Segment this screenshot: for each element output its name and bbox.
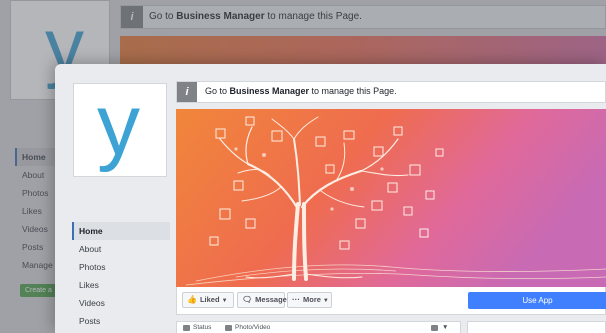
nav-item-videos[interactable]: Videos: [72, 294, 170, 312]
notice-prefix: Go to: [205, 86, 230, 96]
nav-item-home[interactable]: Home: [72, 222, 170, 240]
message-icon: 🗨: [242, 295, 253, 304]
more-dots-icon: ···: [292, 295, 300, 304]
logo-letter: y: [97, 77, 140, 173]
post-composer-tabs: Status Photo/Video ▼: [176, 321, 461, 333]
more-button[interactable]: ··· More ▼: [287, 292, 332, 308]
page-window: y i Go to Business Manager to manage thi…: [55, 64, 606, 333]
post-type-icon: [431, 325, 438, 331]
thumbs-up-icon: 👍: [187, 295, 197, 304]
status-icon: [183, 325, 190, 331]
notice-suffix: to manage this Page.: [309, 86, 397, 96]
cover-photo[interactable]: [176, 109, 606, 287]
business-manager-notice: i Go to Business Manager to manage this …: [176, 81, 606, 103]
status-tab[interactable]: Status: [193, 324, 211, 331]
page-action-bar: 👍 Liked ▼ 🗨 Message ··· More ▼ Use App: [176, 287, 606, 315]
chevron-down-icon: ▼: [221, 298, 228, 304]
page-profile-picture[interactable]: y: [73, 77, 167, 177]
chevron-down-icon: ▼: [322, 298, 329, 304]
chevron-down-icon[interactable]: ▼: [442, 324, 448, 331]
camera-icon: [225, 325, 232, 331]
business-manager-link[interactable]: Business Manager: [230, 86, 310, 96]
use-app-button[interactable]: Use App: [468, 292, 606, 309]
nav-item-likes[interactable]: Likes: [72, 276, 170, 294]
message-label: Message: [255, 295, 287, 304]
tree-cover-illustration: [176, 109, 606, 287]
nav-item-posts[interactable]: Posts: [72, 312, 170, 330]
info-icon: i: [177, 82, 197, 102]
photo-video-tab[interactable]: Photo/Video: [235, 324, 270, 331]
message-button[interactable]: 🗨 Message: [237, 292, 287, 308]
liked-label: Liked: [199, 295, 220, 304]
nav-item-about[interactable]: About: [72, 240, 170, 258]
more-label: More: [303, 295, 321, 304]
nav-item-photos[interactable]: Photos: [72, 258, 170, 276]
liked-button[interactable]: 👍 Liked ▼: [182, 292, 234, 308]
page-nav: Home About Photos Likes Videos Posts: [72, 222, 170, 330]
sidebar-card: [467, 321, 606, 333]
